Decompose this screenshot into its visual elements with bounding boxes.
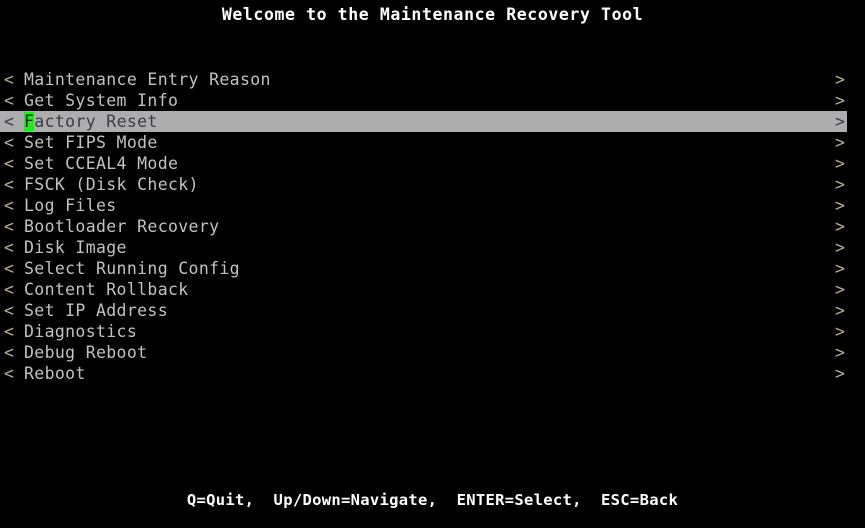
menu-item-set-fips-mode[interactable]: < Set FIPS Mode >: [0, 132, 865, 153]
menu-item-highlight: [0, 363, 847, 384]
right-chevron-icon: >: [835, 280, 846, 299]
menu-item-label: Factory Reset: [24, 112, 158, 131]
right-chevron-icon: >: [835, 322, 846, 341]
right-chevron-icon: >: [835, 175, 846, 194]
menu-item-label: Maintenance Entry Reason: [24, 70, 271, 89]
menu-item-maintenance-entry-reason[interactable]: < Maintenance Entry Reason >: [0, 69, 865, 90]
left-chevron-icon: <: [4, 301, 15, 320]
status-bar-hints: Q=Quit, Up/Down=Navigate, ENTER=Select, …: [186, 491, 679, 509]
menu-item-label: Get System Info: [24, 91, 179, 110]
left-chevron-icon: <: [4, 154, 15, 173]
page-title: Welcome to the Maintenance Recovery Tool: [221, 5, 644, 24]
right-chevron-icon: >: [835, 343, 846, 362]
menu-item-content-rollback[interactable]: < Content Rollback >: [0, 279, 865, 300]
menu-item-label: Reboot: [24, 364, 86, 383]
menu-item-set-ip-address[interactable]: < Set IP Address >: [0, 300, 865, 321]
cursor-highlight: F: [24, 112, 35, 131]
left-chevron-icon: <: [4, 364, 15, 383]
menu-item-label: Log Files: [24, 196, 117, 215]
menu-item-label: Set FIPS Mode: [24, 133, 158, 152]
menu-item-select-running-config[interactable]: < Select Running Config >: [0, 258, 865, 279]
menu-item-label: Set IP Address: [24, 301, 168, 320]
menu-item-reboot[interactable]: < Reboot >: [0, 363, 865, 384]
menu-item-bootloader-recovery[interactable]: < Bootloader Recovery >: [0, 216, 865, 237]
left-chevron-icon: <: [4, 238, 15, 257]
left-chevron-icon: <: [4, 112, 15, 131]
right-chevron-icon: >: [835, 364, 846, 383]
menu-item-diagnostics[interactable]: < Diagnostics >: [0, 321, 865, 342]
left-chevron-icon: <: [4, 280, 15, 299]
right-chevron-icon: >: [835, 238, 846, 257]
menu-item-highlight: [0, 237, 847, 258]
menu-item-set-cceal4-mode[interactable]: < Set CCEAL4 Mode >: [0, 153, 865, 174]
main-menu: < Maintenance Entry Reason > < Get System In…: [0, 69, 865, 384]
menu-item-highlight: [0, 195, 847, 216]
menu-item-log-files[interactable]: < Log Files >: [0, 195, 865, 216]
left-chevron-icon: <: [4, 322, 15, 341]
right-chevron-icon: >: [835, 70, 846, 89]
menu-item-label: FSCK (Disk Check): [24, 175, 199, 194]
menu-item-label: Disk Image: [24, 238, 127, 257]
menu-item-label: Diagnostics: [24, 322, 138, 341]
right-chevron-icon: >: [835, 301, 846, 320]
left-chevron-icon: <: [4, 196, 15, 215]
right-chevron-icon: >: [835, 91, 846, 110]
menu-item-label: Bootloader Recovery: [24, 217, 220, 236]
left-chevron-icon: <: [4, 70, 15, 89]
right-chevron-icon: >: [835, 259, 846, 278]
menu-item-label: Select Running Config: [24, 259, 240, 278]
right-chevron-icon: >: [835, 154, 846, 173]
left-chevron-icon: <: [4, 133, 15, 152]
right-chevron-icon: >: [835, 196, 846, 215]
menu-item-factory-reset[interactable]: < Factory Reset >: [0, 111, 865, 132]
right-chevron-icon: >: [835, 217, 846, 236]
menu-item-fsck-disk-check[interactable]: < FSCK (Disk Check) >: [0, 174, 865, 195]
right-chevron-icon: >: [835, 112, 846, 131]
terminal-screen: Welcome to the Maintenance Recovery Tool…: [0, 0, 865, 528]
right-chevron-icon: >: [835, 133, 846, 152]
left-chevron-icon: <: [4, 343, 15, 362]
menu-item-debug-reboot[interactable]: < Debug Reboot >: [0, 342, 865, 363]
left-chevron-icon: <: [4, 259, 15, 278]
menu-item-label: Content Rollback: [24, 280, 189, 299]
menu-item-label: Set CCEAL4 Mode: [24, 154, 179, 173]
left-chevron-icon: <: [4, 217, 15, 236]
left-chevron-icon: <: [4, 175, 15, 194]
menu-item-get-system-info[interactable]: < Get System Info >: [0, 90, 865, 111]
left-chevron-icon: <: [4, 91, 15, 110]
menu-item-disk-image[interactable]: < Disk Image >: [0, 237, 865, 258]
menu-item-label: Debug Reboot: [24, 343, 148, 362]
